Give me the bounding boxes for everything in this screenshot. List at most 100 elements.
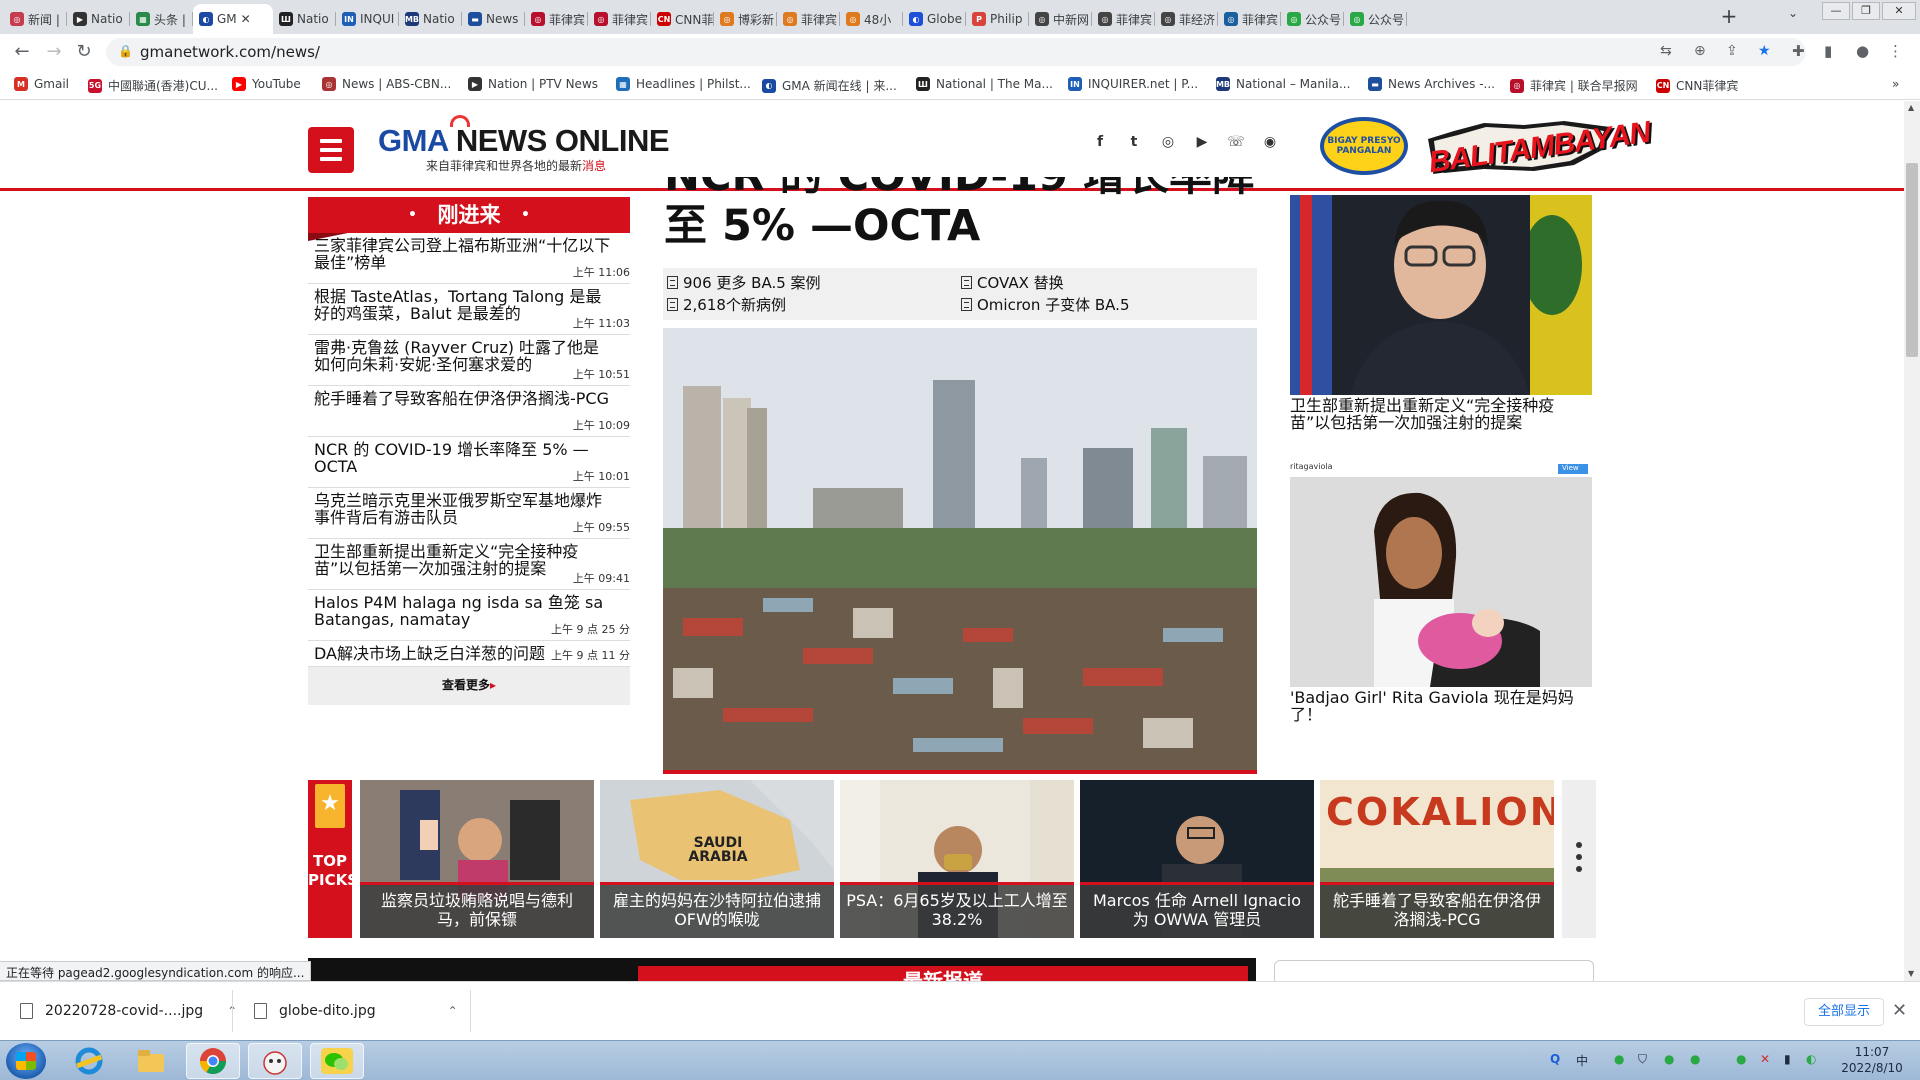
just-in-item[interactable]: 三家菲律宾公司登上福布斯亚洲“十亿以下最佳”榜单 上午 11:06 [308,233,630,284]
picks-more-button[interactable] [1562,780,1596,938]
chat-tray-icon[interactable]: ● [1664,1052,1674,1066]
browser-tab[interactable]: ◎ 菲律宾 [525,4,588,34]
view-badge[interactable]: View [1562,464,1579,472]
hero-image[interactable] [663,328,1257,774]
just-in-item[interactable]: DA解决市场上缺乏白洋葱的问题 上午 9 点 11 分 [308,641,630,667]
top-pick-1[interactable]: 监察员垃圾贿赂说唱与德利马，前保镖 [360,780,594,938]
more-menu-icon[interactable]: ⋮ [1888,42,1903,60]
top-pick-5[interactable]: COKALIONG 舵手睡着了导致客船在伊洛伊洛搁浅-PCG [1320,780,1554,938]
download-item-2[interactable]: globe-dito.jpg ⌃ [254,992,458,1030]
browser-tab[interactable]: ◎ 48小 [840,4,903,34]
extensions-icon[interactable]: ✚ [1792,42,1805,60]
bigay-presyo-logo[interactable]: BIGAY PRESYO PANGALAN [1320,117,1408,175]
browser-tab[interactable]: ◎ 菲律宾 [588,4,651,34]
close-shelf-icon[interactable]: ✕ [1892,1000,1907,1021]
see-more-button[interactable]: 查看更多▸ [308,667,630,705]
related-link-new-cases[interactable]: 2,618个新病例 [667,294,786,315]
just-in-item[interactable]: 乌克兰暗示克里米亚俄罗斯空军基地爆炸事件背后有游击队员 上午 09:55 [308,488,630,539]
address-bar[interactable]: 🔒 gmanetwork.com/news/ ⇆ ⊕ ⇪ ★ [106,38,1806,66]
ie-taskbar-icon[interactable] [62,1043,116,1079]
side-story-1-image[interactable] [1290,195,1592,395]
bookmark-item[interactable]: 5G 中國聯通(香港)CU... [88,77,218,94]
network-icon[interactable]: ▮ [1784,1052,1791,1066]
phone-icon[interactable]: ☏ [1226,134,1246,154]
bookmark-item[interactable]: ◎ News | ABS-CBN... [322,77,451,91]
browser-tab[interactable]: MB Natio [399,4,462,34]
restore-button[interactable]: ❐ [1852,2,1880,20]
wechat2-tray-icon[interactable]: ● [1736,1052,1746,1066]
rss-icon[interactable]: ◉ [1260,134,1280,154]
close-window-button[interactable]: ✕ [1882,2,1916,20]
just-in-item[interactable]: 舵手睡着了导致客船在伊洛伊洛搁浅-PCG 上午 10:09 [308,386,630,437]
system-clock[interactable]: 11:07 2022/8/10 [1830,1044,1914,1076]
security-tray-icon[interactable]: ⛉ [1638,1052,1647,1067]
bookmark-item[interactable]: ▶ YouTube [232,77,301,91]
scroll-down-icon[interactable]: ▼ [1908,969,1914,978]
balitambayan-logo[interactable]: BALITAMBAYAN [1424,116,1652,180]
wifi-tray-icon[interactable]: ◐ [1806,1052,1816,1066]
browser-tab[interactable]: ◐ GM ✕ [193,4,273,34]
browser-tab[interactable]: P Philip [966,4,1029,34]
browser-tab[interactable]: ◐ Globe [903,4,966,34]
forward-icon[interactable]: → [42,40,66,64]
instagram-icon[interactable]: ◎ [1158,134,1178,154]
scroll-up-icon[interactable]: ▲ [1908,103,1914,112]
browser-tab[interactable]: ◎ 菲经济 [1155,4,1218,34]
bookmark-star-icon[interactable]: ★ [1758,43,1771,59]
cat-app-taskbar-icon[interactable] [248,1043,302,1079]
new-tab-button[interactable]: + [1716,5,1742,29]
search-tray-icon[interactable]: Q [1550,1052,1560,1066]
browser-tab[interactable]: ▬ News [462,4,525,34]
bookmarks-overflow-button[interactable]: » [1892,77,1899,91]
browser-tab[interactable]: ◎ 博彩新 [714,4,777,34]
browser-tab[interactable]: ▶ Natio [67,4,130,34]
side-story-2-title[interactable]: 'Badjao Girl' Rita Gaviola 现在是妈妈了！ [1290,689,1592,723]
url-text[interactable]: gmanetwork.com/news/ [140,43,320,61]
just-in-item[interactable]: 卫生部重新提出重新定义“完全接种疫苗”以包括第一次加强注射的提案 上午 09:41 [308,539,630,590]
related-link-omicron[interactable]: Omicron 子变体 BA.5 [961,294,1130,315]
close-tab-icon[interactable]: ✕ [241,12,251,26]
wechat-taskbar-icon[interactable] [310,1043,364,1079]
bookmark-item[interactable]: CN CNN菲律宾 [1656,77,1738,94]
side-story-1-title[interactable]: 卫生部重新提出重新定义“完全接种疫苗”以包括第一次加强注射的提案 [1290,397,1592,431]
just-in-item[interactable]: NCR 的 COVID-19 增长率降至 5% —OCTA 上午 10:01 [308,437,630,488]
volume-muted-icon[interactable]: ✕ [1760,1052,1770,1066]
ime-indicator[interactable]: 中 [1576,1052,1588,1069]
browser-tab[interactable]: ◎ 菲律宾 [777,4,840,34]
profile-avatar-icon[interactable]: ● [1856,42,1869,60]
just-in-item[interactable]: Halos P4M halaga ng isda sa 鱼笼 sa Batang… [308,590,630,641]
top-pick-4[interactable]: Marcos 任命 Arnell Ignacio 为 OWWA 管理员 [1080,780,1314,938]
related-link-covax[interactable]: COVAX 替换 [961,272,1064,293]
browser-tab[interactable]: ◎ 公众号 [1344,4,1407,34]
related-link-ba5[interactable]: 906 更多 BA.5 案例 [667,272,821,293]
reload-icon[interactable]: ↻ [72,40,96,64]
share-icon[interactable]: ⇪ [1726,43,1738,59]
download-item-1[interactable]: 20220728-covid-....jpg⌃ [20,992,237,1030]
page-scrollbar[interactable]: ▲ ▼ [1904,101,1920,981]
explorer-taskbar-icon[interactable] [124,1043,178,1079]
side-story-2-image[interactable]: ritagaviola View [1290,461,1592,687]
bookmark-item[interactable]: ◎ 菲律宾 | 联合早报网 [1510,77,1638,94]
bookmark-item[interactable]: Ш National | The Ma... [916,77,1053,91]
browser-tab[interactable]: IN INQUI [336,4,399,34]
scrollbar-thumb[interactable] [1906,163,1918,357]
back-icon[interactable]: ← [10,40,34,64]
show-all-downloads-button[interactable]: 全部显示 [1804,998,1884,1026]
browser-tab[interactable]: CN CNN菲 [651,4,714,34]
bookmark-item[interactable]: M Gmail [14,77,69,91]
browser-tab[interactable]: ◎ 新闻 | [4,4,67,34]
bookmark-item[interactable]: ▶ Nation | PTV News [468,77,598,91]
top-pick-2[interactable]: SAUDI ARABIA 雇主的妈妈在沙特阿拉伯逮捕OFW的喉咙 [600,780,834,938]
just-in-item[interactable]: 根据 TasteAtlas，Tortang Talong 是最好的鸡蛋菜，Bal… [308,284,630,335]
tab-search-button[interactable]: ⌄ [1788,6,1798,20]
bookmark-item[interactable]: ▦ Headlines | Philst... [616,77,751,91]
twitter-icon[interactable]: t [1124,134,1144,154]
bookmark-item[interactable]: MB National – Manila... [1216,77,1350,91]
facebook-icon[interactable]: f [1090,134,1110,154]
browser-tab[interactable]: ◎ 菲律宾 [1218,4,1281,34]
bookmark-item[interactable]: ▬ News Archives -... [1368,77,1495,91]
site-logo[interactable]: GMA NEWS ONLINE 来自菲律宾和世界各地的最新消息 [378,115,678,173]
minimize-button[interactable]: — [1822,2,1850,20]
translate-icon[interactable]: ⇆ [1660,43,1672,59]
start-button[interactable] [6,1043,46,1079]
